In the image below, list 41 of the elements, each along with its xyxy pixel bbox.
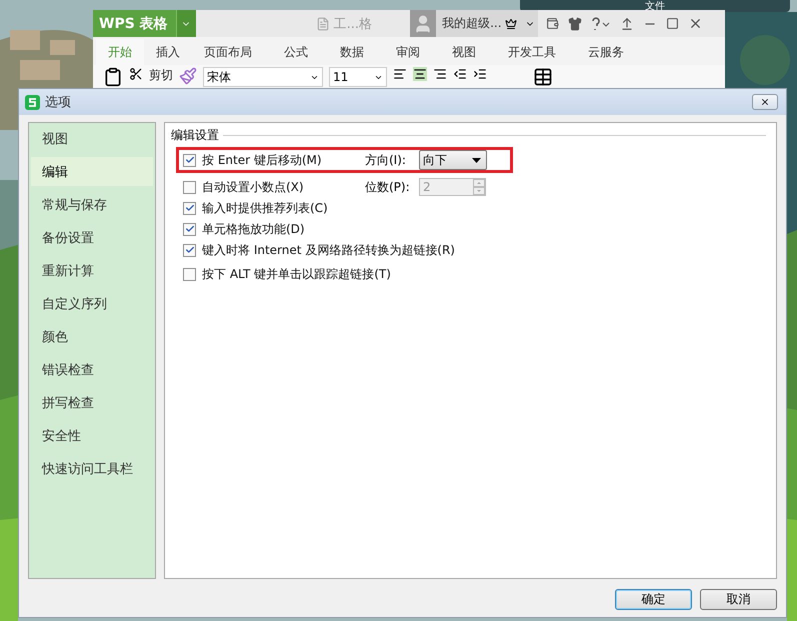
category-item[interactable]: 视图 xyxy=(31,124,153,153)
option-label: 单元格拖放功能(D) xyxy=(202,220,305,238)
ribbon-tab[interactable]: 页面布局 xyxy=(192,39,264,65)
ribbon-tab[interactable]: 视图 xyxy=(440,39,488,65)
dialog-title: 选项 xyxy=(45,94,72,111)
ribbon-tab[interactable]: 审阅 xyxy=(384,39,432,65)
category-item[interactable]: 编辑 xyxy=(31,157,153,186)
option-label: 按下 ALT 键并单击以跟踪超链接(T) xyxy=(202,266,391,282)
ribbon-tab[interactable]: 插入 xyxy=(144,39,192,65)
user-account[interactable]: 我的超级... xyxy=(410,10,538,37)
background-window-title: 文件 xyxy=(645,0,665,12)
size-combo[interactable]: 11 xyxy=(329,67,387,87)
font-combo[interactable]: 宋体 xyxy=(203,67,323,87)
option-label: 键入时将 Internet 及网络路径转换为超链接(R) xyxy=(202,242,455,258)
ribbon-tab[interactable]: 数据 xyxy=(328,39,376,65)
ribbon-tab[interactable]: 开发工具 xyxy=(496,39,568,65)
category-item[interactable]: 错误检查 xyxy=(31,355,153,384)
category-item[interactable]: 安全性 xyxy=(31,421,153,450)
option-label: 输入时提供推荐列表(C) xyxy=(202,200,328,216)
direction-label: 方向(I): xyxy=(365,152,407,168)
section-title: 编辑设置 xyxy=(171,127,219,144)
category-item[interactable]: 拼写检查 xyxy=(31,388,153,417)
ribbon-tab[interactable]: 开始 xyxy=(96,39,144,65)
category-item[interactable]: 常规与保存 xyxy=(31,190,153,219)
category-item[interactable]: 自定义序列 xyxy=(31,289,153,318)
document-title: 工...格 xyxy=(334,16,372,32)
user-name: 我的超级... xyxy=(442,15,502,32)
dialog-button[interactable]: 确定 xyxy=(615,589,692,610)
app-logo: WPS 表格 xyxy=(98,14,169,32)
ribbon-tab[interactable]: 云服务 xyxy=(576,39,636,65)
dialog-button[interactable]: 取消 xyxy=(700,589,777,610)
ribbon-tab[interactable]: 公式 xyxy=(272,39,320,65)
category-item[interactable]: 快速访问工具栏 xyxy=(31,454,153,483)
decimal-places-label: 位数(P): xyxy=(365,178,411,196)
category-item[interactable]: 重新计算 xyxy=(31,256,153,285)
category-item[interactable]: 颜色 xyxy=(31,322,153,351)
direction-dropdown[interactable]: 向下 xyxy=(419,150,487,170)
cut-button[interactable]: 剪切 xyxy=(149,67,173,84)
option-label: 自动设置小数点(X) xyxy=(202,178,304,196)
option-label: 按 Enter 键后移动(M) xyxy=(202,152,322,168)
category-item[interactable]: 备份设置 xyxy=(31,223,153,252)
